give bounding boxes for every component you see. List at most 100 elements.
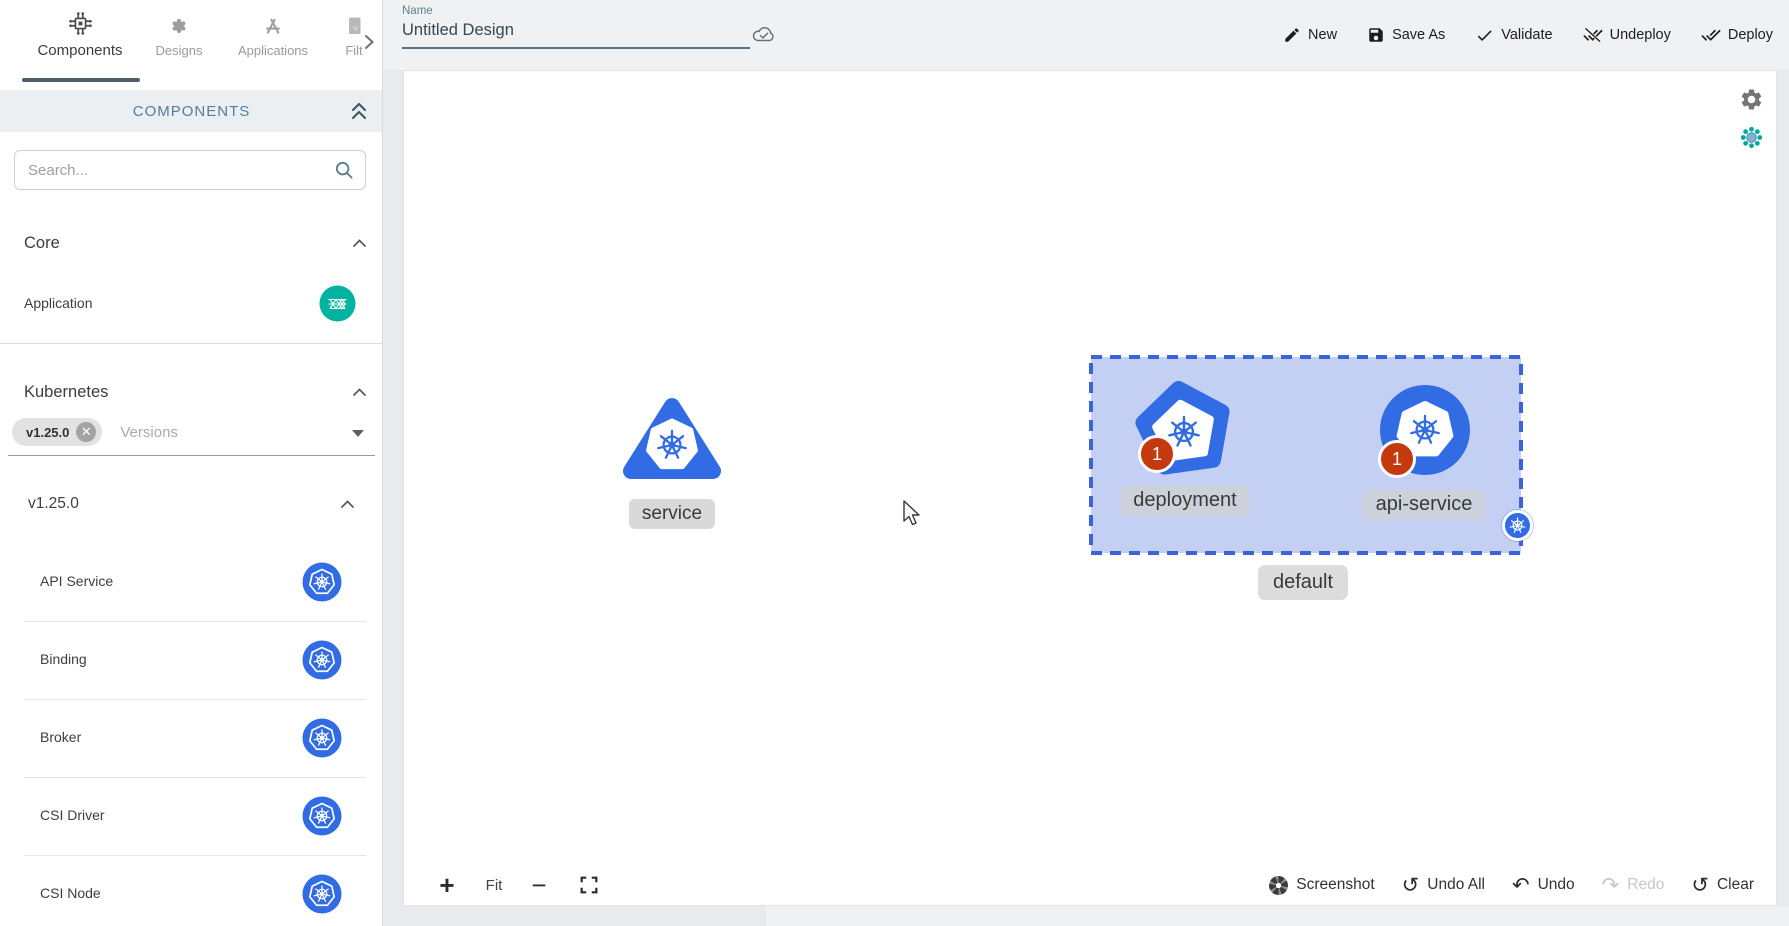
- mouse-cursor: [902, 499, 924, 529]
- tab-applications[interactable]: Applications: [218, 14, 328, 58]
- screenshot-button[interactable]: Screenshot: [1269, 876, 1374, 895]
- fit-button[interactable]: Fit: [476, 864, 512, 906]
- zoom-out-button[interactable]: −: [524, 864, 554, 906]
- kubernetes-context-icon[interactable]: [1740, 126, 1763, 149]
- tab-designs-label: Designs: [146, 43, 212, 58]
- name-field-label: Name: [402, 5, 433, 17]
- kubernetes-icon: [302, 796, 342, 836]
- component-item-csi-node[interactable]: CSI Node: [0, 855, 383, 926]
- screenshot-label: Screenshot: [1296, 876, 1374, 894]
- node-service[interactable]: [620, 390, 724, 491]
- search-input[interactable]: [15, 162, 333, 179]
- version-chip[interactable]: v1.25.0 ✕: [12, 418, 102, 446]
- designs-icon: [167, 14, 191, 38]
- validate-button[interactable]: Validate: [1475, 26, 1552, 45]
- canvas-surface[interactable]: service 1 deployment: [403, 70, 1777, 906]
- kubernetes-title: Kubernetes: [24, 383, 108, 402]
- components-sidebar: Components Designs: [0, 0, 383, 926]
- history-toolbar: Screenshot ↺ Undo All ↶ Undo ↷ Redo ↺ Cl…: [1269, 864, 1754, 906]
- item-label: Binding: [40, 651, 87, 667]
- version-chip-label: v1.25.0: [26, 425, 69, 440]
- api-service-count-badge: 1: [1378, 440, 1416, 478]
- deployment-count-badge: 1: [1138, 435, 1176, 473]
- kubernetes-icon: [302, 718, 342, 758]
- node-service-label: service: [629, 499, 715, 529]
- tabs-scroll-right-icon[interactable]: [363, 34, 375, 50]
- fullscreen-button[interactable]: [572, 864, 606, 906]
- validate-label: Validate: [1501, 27, 1552, 43]
- chevron-up-icon[interactable]: [351, 386, 368, 398]
- zoom-in-button[interactable]: +: [432, 864, 462, 906]
- item-label: API Service: [40, 573, 113, 589]
- save-icon: [1367, 26, 1385, 44]
- undeploy-button[interactable]: Undeploy: [1583, 25, 1671, 45]
- panel-title: COMPONENTS: [133, 103, 251, 120]
- pencil-icon: [1283, 26, 1301, 44]
- section-kubernetes-header[interactable]: Kubernetes: [24, 377, 368, 407]
- name-field-underline: [402, 47, 750, 49]
- component-item-binding[interactable]: Binding: [0, 621, 383, 699]
- design-canvas[interactable]: service 1 deployment: [383, 70, 1789, 926]
- meshmap-app: Components Designs: [0, 0, 1789, 926]
- meshery-application-icon: [319, 285, 356, 322]
- tab-applications-label: Applications: [218, 43, 328, 58]
- node-api-service-label: api-service: [1363, 489, 1486, 520]
- save-as-button[interactable]: Save As: [1367, 26, 1445, 44]
- item-label: Broker: [40, 729, 81, 745]
- component-item-api-service[interactable]: API Service: [0, 543, 383, 621]
- bottom-strip: [766, 906, 1789, 926]
- gear-icon[interactable]: [1739, 87, 1764, 112]
- cloud-saved-icon: [750, 22, 778, 46]
- component-search: [14, 150, 366, 190]
- service-triangle-icon: [620, 390, 724, 486]
- chevron-up-icon[interactable]: [339, 498, 356, 510]
- item-label: CSI Driver: [40, 807, 105, 823]
- search-icon[interactable]: [333, 159, 355, 181]
- versions-underline: [8, 455, 375, 456]
- redo-button[interactable]: ↷ Redo: [1602, 875, 1665, 896]
- clear-icon: ↺: [1691, 875, 1709, 896]
- new-label: New: [1308, 27, 1337, 43]
- versions-dropdown-icon[interactable]: [352, 430, 364, 437]
- deploy-button[interactable]: Deploy: [1701, 25, 1773, 45]
- chip-remove-icon[interactable]: ✕: [76, 422, 96, 442]
- double-check-icon: [1701, 25, 1721, 45]
- active-tab-underline: [22, 78, 140, 82]
- application-label: Application: [24, 295, 93, 311]
- design-topbar: Name New Save As: [383, 0, 1789, 70]
- versions-select-row[interactable]: v1.25.0 ✕ Versions: [12, 416, 178, 448]
- undo-button[interactable]: ↶ Undo: [1512, 875, 1575, 896]
- undo-icon: ↶: [1512, 875, 1530, 896]
- group-default-label[interactable]: default: [1258, 565, 1348, 600]
- double-check-slash-icon: [1583, 25, 1603, 45]
- design-name-input[interactable]: [402, 21, 732, 40]
- node-deployment-label: deployment: [1120, 485, 1249, 516]
- topbar-actions: New Save As Validate Unde: [1283, 0, 1773, 70]
- clear-label: Clear: [1717, 876, 1754, 894]
- deploy-label: Deploy: [1728, 27, 1773, 43]
- component-item-csi-driver[interactable]: CSI Driver: [0, 777, 383, 855]
- section-core-header[interactable]: Core: [24, 228, 368, 258]
- clear-button[interactable]: ↺ Clear: [1691, 875, 1754, 896]
- undeploy-label: Undeploy: [1610, 27, 1671, 43]
- redo-label: Redo: [1627, 876, 1664, 894]
- undo-all-label: Undo All: [1427, 876, 1485, 894]
- undo-all-button[interactable]: ↺ Undo All: [1402, 875, 1485, 896]
- component-item-application[interactable]: Application: [0, 280, 383, 328]
- kubernetes-icon: [1509, 517, 1526, 534]
- collapse-panel-icon[interactable]: [349, 100, 369, 122]
- save-as-label: Save As: [1392, 27, 1445, 43]
- panel-header: COMPONENTS: [0, 90, 383, 132]
- version-group-title: v1.25.0: [28, 495, 79, 513]
- divider: [0, 343, 383, 344]
- components-icon: [67, 10, 94, 37]
- tab-components-label: Components: [18, 42, 142, 59]
- group-kubernetes-badge[interactable]: [1502, 510, 1533, 541]
- fullscreen-icon: [578, 874, 600, 896]
- section-version-header[interactable]: v1.25.0: [28, 489, 356, 519]
- chevron-up-icon[interactable]: [351, 237, 368, 249]
- tab-components[interactable]: Components: [18, 10, 142, 59]
- component-item-broker[interactable]: Broker: [0, 699, 383, 777]
- tab-designs[interactable]: Designs: [146, 14, 212, 58]
- new-button[interactable]: New: [1283, 26, 1337, 44]
